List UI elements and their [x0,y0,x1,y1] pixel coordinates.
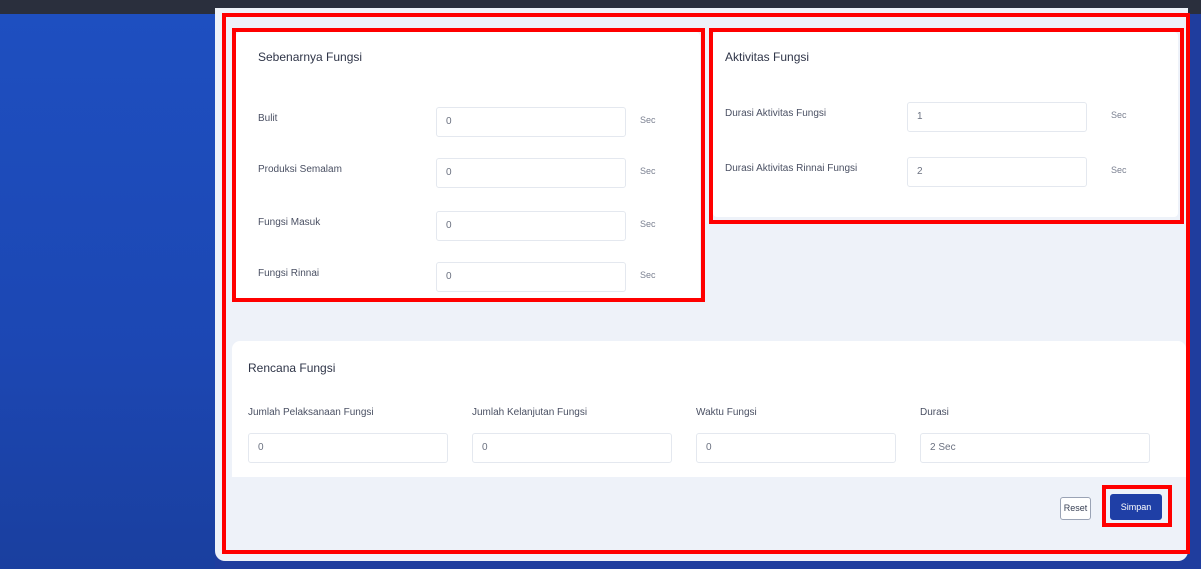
field-input[interactable]: 2 Sec [920,433,1150,463]
field-label: Durasi [920,407,949,418]
reset-button[interactable]: Reset [1060,497,1091,520]
field-label: Fungsi Masuk [258,217,321,228]
field-input[interactable]: 2 [907,157,1087,187]
field-label: Durasi Aktivitas Fungsi [725,108,827,119]
panel-title: Rencana Fungsi [248,361,336,375]
field-unit: Sec [1111,110,1127,120]
field-unit: Sec [640,270,656,280]
field-label: Produksi Semalam [258,164,342,175]
field-input[interactable]: 0 [436,211,626,241]
panel-title: Sebenarnya Fungsi [258,50,363,64]
field-unit: Sec [640,166,656,176]
field-label: Waktu Fungsi [696,407,757,418]
field-input[interactable]: 0 [472,433,672,463]
field-input[interactable]: 0 [436,262,626,292]
field-input[interactable]: 0 [436,107,626,137]
bottom-settings-panel: Rencana Fungsi Jumlah Pelaksanaan Fungsi… [232,341,1186,477]
field-label: Jumlah Pelaksanaan Fungsi [248,407,374,418]
main-content: Sebenarnya Fungsi Bulit 0 Sec Produksi S… [215,8,1188,561]
field-label: Durasi Aktivitas Rinnai Fungsi [725,163,858,174]
field-input[interactable]: 1 [907,102,1087,132]
field-input[interactable]: 0 [248,433,448,463]
field-label: Bulit [258,113,278,124]
sidebar [0,14,215,569]
submit-button[interactable]: Simpan [1110,494,1162,520]
field-label: Jumlah Kelanjutan Fungsi [472,407,588,418]
field-input[interactable]: 0 [696,433,896,463]
panel-title: Aktivitas Fungsi [725,50,810,64]
field-unit: Sec [640,115,656,125]
left-settings-panel: Sebenarnya Fungsi Bulit 0 Sec Produksi S… [236,32,700,302]
field-unit: Sec [1111,165,1127,175]
field-input[interactable]: 0 [436,158,626,188]
field-unit: Sec [640,219,656,229]
field-label: Fungsi Rinnai [258,268,320,279]
right-settings-panel: Aktivitas Fungsi Durasi Aktivitas Fungsi… [713,32,1178,217]
